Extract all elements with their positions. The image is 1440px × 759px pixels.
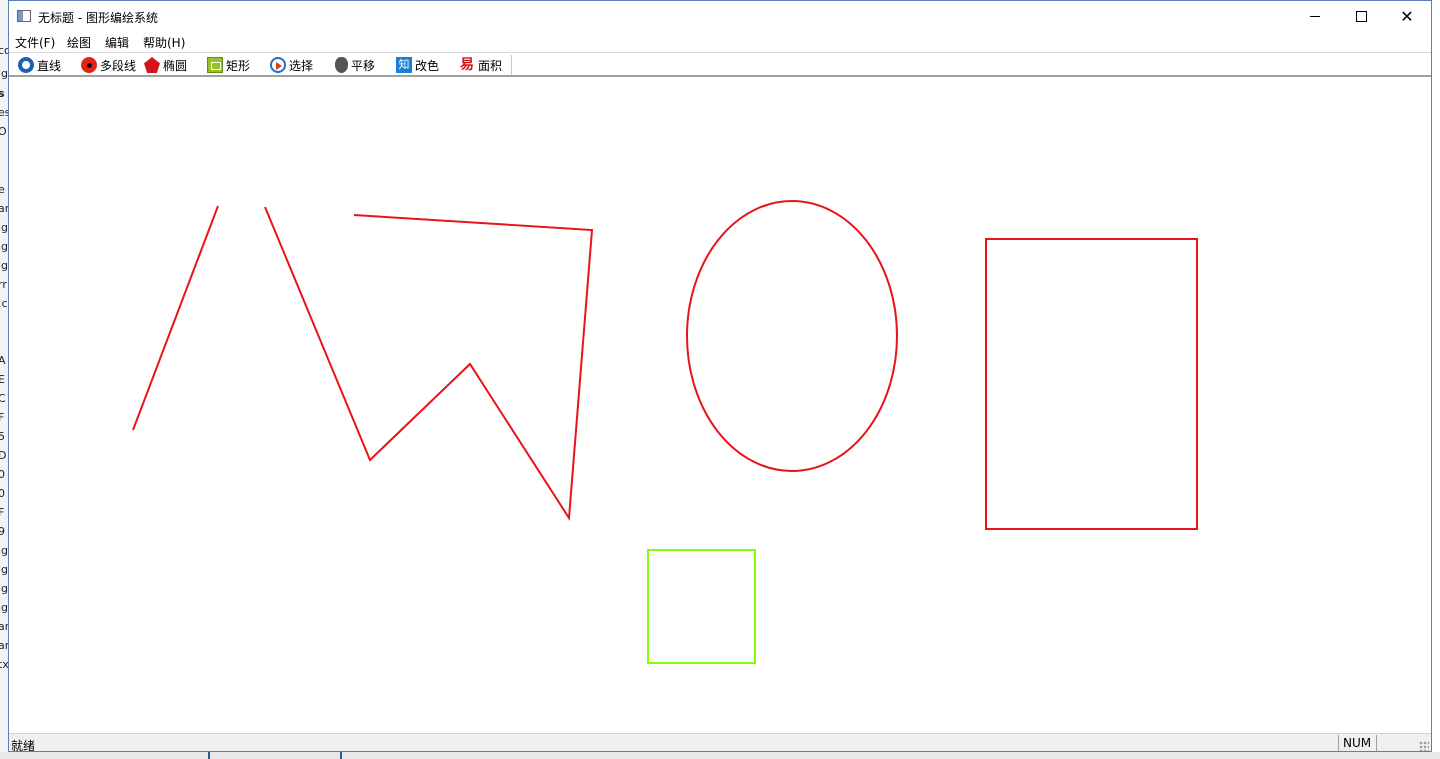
bg-fragment: ig [0, 259, 9, 272]
bg-fragment: rr [0, 278, 7, 291]
bg-fragment: C [0, 392, 6, 405]
ellipse-icon [144, 57, 160, 73]
menu-file[interactable]: 文件(F) [14, 34, 56, 51]
tool-label: 多段线 [100, 58, 137, 73]
bg-fragment: 0 [0, 487, 5, 500]
toolbar-separator [511, 55, 512, 75]
tool-label: 平移 [351, 58, 376, 73]
menu-draw[interactable]: 绘图 [66, 34, 92, 51]
tool-label: 选择 [289, 58, 314, 73]
drawing-canvas[interactable] [9, 77, 1431, 732]
tool-label: 直线 [37, 58, 62, 73]
bg-fragment: F [0, 411, 5, 424]
bg-fragment: A [0, 354, 6, 367]
bg-fragment: ig [0, 582, 9, 595]
tool-line-button[interactable]: 直线 [18, 56, 61, 74]
move-icon [335, 57, 348, 73]
background-taskbar-edge [0, 752, 1440, 759]
bg-fragment: E [0, 373, 5, 386]
bg-fragment: D [0, 449, 7, 462]
drawn-polyline[interactable] [264, 206, 594, 522]
bg-fragment: 5 [0, 430, 5, 443]
bg-fragment: F [0, 506, 5, 519]
tool-label: 面积 [478, 58, 503, 73]
bg-fragment: 9 [0, 525, 5, 538]
tool-label: 椭圆 [163, 58, 188, 73]
menu-edit[interactable]: 编辑 [104, 34, 130, 51]
resize-grip-icon[interactable] [1419, 741, 1429, 751]
bg-fragment: ig [0, 601, 9, 614]
select-icon [270, 57, 286, 73]
tool-area-button[interactable]: 易 面积 [459, 56, 502, 74]
bg-fragment: ig [0, 240, 9, 253]
selected-rectangle[interactable] [647, 549, 756, 664]
bg-fragment: ig [0, 221, 9, 234]
polyline-icon [81, 57, 97, 73]
app-window: 无标题 - 图形编绘系统 ✕ 文件(F) 绘图 编辑 帮助(H) 直线 多段线 … [8, 0, 1432, 752]
title-bar[interactable]: 无标题 - 图形编绘系统 ✕ [9, 1, 1431, 32]
menu-help[interactable]: 帮助(H) [142, 34, 186, 51]
bg-fragment: 0 [0, 468, 5, 481]
minimize-button[interactable] [1292, 1, 1338, 31]
maximize-button[interactable] [1338, 1, 1384, 31]
num-lock-indicator: NUM [1338, 735, 1379, 751]
minimize-icon [1310, 15, 1320, 17]
menu-bar: 文件(F) 绘图 编辑 帮助(H) [9, 32, 1431, 52]
maximize-icon [1355, 10, 1367, 22]
drawing-surface[interactable] [9, 77, 1431, 732]
bg-fragment: .c [0, 297, 8, 310]
bg-fragment: s [0, 87, 5, 100]
close-button[interactable]: ✕ [1384, 1, 1430, 31]
tool-ellipse-button[interactable]: 椭圆 [144, 56, 187, 74]
status-empty-pane [1376, 735, 1417, 751]
close-icon: ✕ [1400, 6, 1414, 26]
tool-rectangle-button[interactable]: 矩形 [207, 56, 250, 74]
tool-move-button[interactable]: 平移 [333, 56, 375, 74]
drawn-line[interactable] [132, 205, 219, 431]
bg-fragment: ig [0, 67, 9, 80]
app-icon[interactable] [17, 10, 31, 22]
status-text: 就绪 [11, 739, 36, 752]
area-icon: 易 [460, 57, 474, 73]
window-title: 无标题 - 图形编绘系统 [38, 11, 158, 25]
status-bar: 就绪 NUM [9, 733, 1431, 752]
drawn-rectangle[interactable] [985, 238, 1198, 530]
bg-fragment: ig [0, 544, 9, 557]
tool-polyline-button[interactable]: 多段线 [81, 56, 136, 74]
rectangle-icon [207, 57, 223, 73]
tool-select-button[interactable]: 选择 [270, 56, 313, 74]
bg-fragment: O [0, 125, 7, 138]
tool-label: 矩形 [226, 58, 251, 73]
toolbar: 直线 多段线 椭圆 矩形 选择 平移 知 改色 易 面积 [9, 52, 1431, 77]
bg-fragment: ig [0, 563, 9, 576]
tool-label: 改色 [415, 58, 440, 73]
bg-fragment: e [0, 183, 5, 196]
line-icon [18, 57, 34, 73]
tool-color-button[interactable]: 知 改色 [396, 56, 439, 74]
color-icon: 知 [396, 57, 412, 73]
drawn-ellipse[interactable] [686, 200, 898, 472]
